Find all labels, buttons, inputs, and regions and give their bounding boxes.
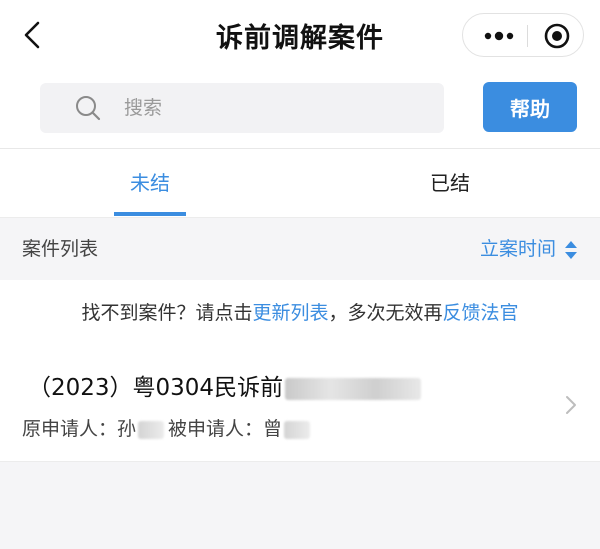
target-circle-icon[interactable] <box>543 22 571 50</box>
search-input[interactable] <box>124 91 424 125</box>
help-button[interactable]: 帮助 <box>483 82 577 132</box>
redacted-mask <box>138 420 165 439</box>
notice-middle: ，多次无效再 <box>328 302 443 324</box>
search-bar: 帮助 <box>0 72 600 148</box>
notice-prefix: 找不到案件？请点击 <box>81 302 253 324</box>
redacted-mask <box>284 420 311 439</box>
feedback-judge-link[interactable]: 反馈法官 <box>443 302 519 324</box>
search-box[interactable] <box>40 83 444 133</box>
tab-settled[interactable]: 已结 <box>300 149 600 217</box>
refresh-notice: 找不到案件？请点击更新列表，多次无效再反馈法官 <box>0 280 600 346</box>
status-tabs: 未结 已结 <box>0 149 600 217</box>
chevron-right-icon <box>566 396 576 414</box>
case-number: （2023）粤0304民诉前 <box>28 368 422 402</box>
respondent-name: 曾 <box>263 418 283 440</box>
list-title: 案件列表 <box>22 238 99 260</box>
more-dots-icon[interactable] <box>479 22 519 50</box>
capsule-divider <box>527 25 528 47</box>
list-header: 案件列表 立案时间 <box>0 217 600 279</box>
sort-toggle[interactable]: 立案时间 <box>480 218 578 280</box>
sort-label: 立案时间 <box>479 238 556 260</box>
applicant-name: 孙 <box>117 418 137 440</box>
sort-updown-icon <box>565 240 577 259</box>
applicant-label: 原申请人： <box>22 418 118 440</box>
respondent-label: 被申请人： <box>168 418 264 440</box>
nav-bar: 诉前调解案件 <box>0 0 600 72</box>
update-list-link[interactable]: 更新列表 <box>252 302 328 324</box>
tab-unsettled[interactable]: 未结 <box>0 149 300 217</box>
case-number-text: （2023）粤0304民诉前 <box>28 375 284 401</box>
redacted-mask <box>285 377 422 400</box>
search-icon <box>76 96 101 121</box>
tab-active-indicator <box>114 212 186 216</box>
mini-program-capsule <box>462 13 584 57</box>
list-item[interactable]: （2023）粤0304民诉前 原申请人：孙 被申请人：曾 <box>0 346 600 462</box>
case-parties: 原申请人：孙 被申请人：曾 <box>22 414 314 441</box>
